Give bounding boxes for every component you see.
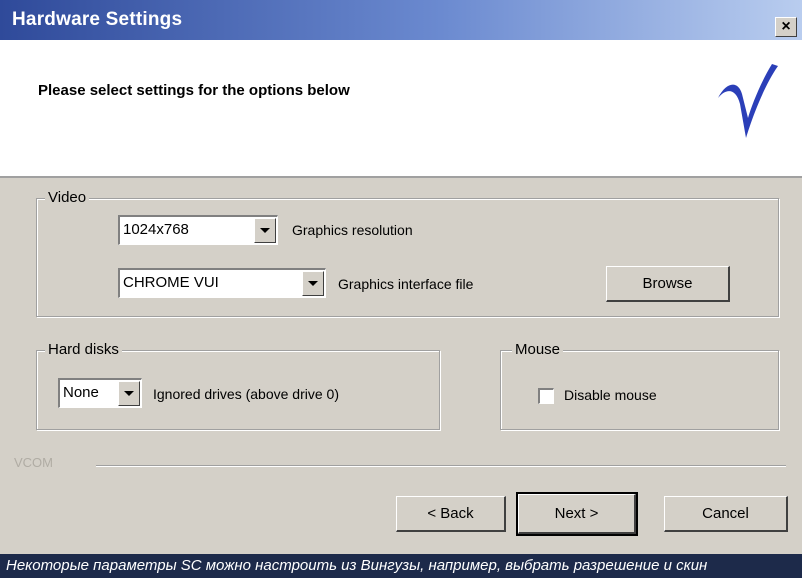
chevron-down-icon[interactable] [254, 218, 276, 243]
resolution-dropdown[interactable]: 1024x768 [118, 215, 278, 245]
vcom-label: VCOM [14, 455, 53, 470]
interface-file-label: Graphics interface file [338, 276, 474, 292]
resolution-value: 1024x768 [123, 221, 189, 238]
header-text: Please select settings for the options b… [38, 82, 350, 99]
disable-mouse-checkbox[interactable] [538, 388, 554, 404]
disable-mouse-label[interactable]: Disable mouse [564, 387, 657, 403]
resolution-label: Graphics resolution [292, 222, 413, 238]
header-panel: Please select settings for the options b… [0, 40, 802, 178]
separator-line [96, 465, 786, 467]
ignored-drives-value: None [63, 384, 99, 401]
video-legend: Video [45, 189, 90, 206]
next-button[interactable]: Next > [516, 492, 638, 536]
back-button[interactable]: < Back [396, 496, 506, 532]
mouse-legend: Mouse [512, 341, 564, 358]
chevron-down-icon[interactable] [302, 271, 324, 296]
window-title: Hardware Settings [12, 9, 183, 30]
browse-button[interactable]: Browse [606, 266, 730, 302]
interface-file-value: CHROME VUI [123, 274, 219, 291]
hard-disks-legend: Hard disks [45, 341, 122, 358]
title-bar: Hardware Settings × [0, 0, 802, 40]
caption-text: Некоторые параметры SC можно настроить и… [0, 554, 802, 578]
close-button[interactable]: × [775, 17, 797, 37]
ignored-drives-dropdown[interactable]: None [58, 378, 142, 408]
interface-file-dropdown[interactable]: CHROME VUI [118, 268, 326, 298]
chevron-down-icon[interactable] [118, 381, 140, 406]
v-logo-icon [718, 64, 778, 138]
ignored-drives-label: Ignored drives (above drive 0) [153, 386, 339, 402]
close-icon: × [781, 18, 791, 35]
cancel-button[interactable]: Cancel [664, 496, 788, 532]
